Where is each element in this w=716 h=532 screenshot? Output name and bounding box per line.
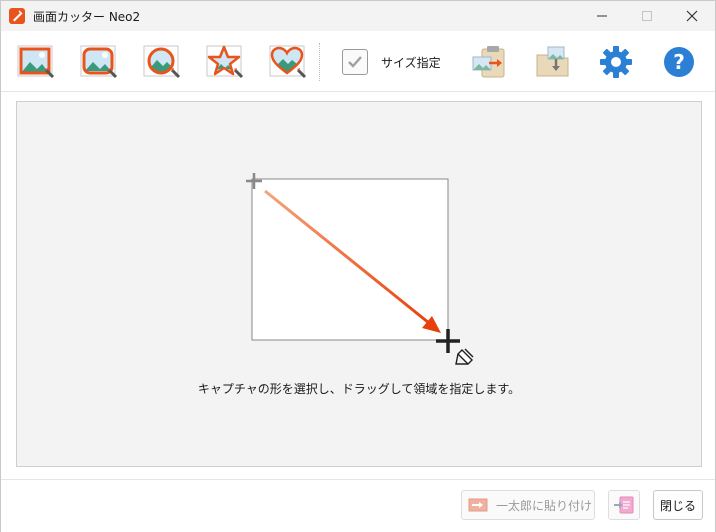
drag-demo-illustration (246, 173, 474, 365)
tool-ellipse-capture[interactable] (142, 43, 182, 81)
paste-to-ichitaro-button[interactable]: 一太郎に貼り付け (461, 490, 595, 520)
rounded-rectangle-capture-icon (80, 45, 118, 79)
minimize-icon (597, 15, 607, 17)
tool-star-capture[interactable] (205, 43, 245, 81)
help-icon: ? (664, 47, 694, 77)
bottom-bar: 一太郎に貼り付け 閉じる (1, 479, 715, 532)
clipboard-paste-icon (472, 46, 505, 78)
checkmark-icon (348, 56, 362, 68)
toolbar-separator (319, 43, 321, 81)
size-checkbox[interactable] (342, 49, 368, 75)
heart-capture-icon (269, 45, 307, 79)
ellipse-capture-icon (143, 45, 181, 79)
gear-icon (600, 46, 632, 78)
close-window-button[interactable] (669, 1, 715, 31)
paste-to-ichitaro-label: 一太郎に貼り付け (496, 498, 593, 513)
star-capture-icon (206, 45, 244, 79)
app-window: 画面カッター Neo2 サイズ指定 ? キャプチャの形を選択し、ドラッグして領域… (0, 0, 716, 532)
instruction-text: キャプチャの形を選択し、ドラッグして領域を指定します。 (197, 382, 521, 396)
paste-clipboard-button[interactable] (469, 43, 509, 81)
toolbar: サイズ指定 ? (1, 31, 715, 92)
close-icon (686, 10, 698, 22)
window-title: 画面カッター Neo2 (33, 10, 141, 24)
app-logo-icon (9, 8, 25, 24)
pen-cursor-icon (455, 348, 474, 365)
tool-rectangle-capture[interactable] (16, 43, 56, 81)
save-folder-button[interactable] (534, 43, 574, 81)
tool-rounded-rectangle-capture[interactable] (79, 43, 119, 81)
close-button[interactable]: 閉じる (653, 490, 703, 520)
tool-heart-capture[interactable] (268, 43, 308, 81)
size-label: サイズ指定 (381, 56, 441, 70)
rectangle-capture-icon (17, 45, 55, 79)
title-bar: 画面カッター Neo2 (1, 1, 715, 31)
capture-instruction-area: キャプチャの形を選択し、ドラッグして領域を指定します。 (16, 101, 702, 467)
app-paste-icon (614, 496, 634, 514)
folder-save-icon (536, 46, 569, 77)
maximize-button[interactable] (624, 1, 670, 31)
help-button[interactable]: ? (659, 43, 699, 81)
help-glyph: ? (673, 50, 685, 74)
paste-to-app-button[interactable] (608, 490, 640, 520)
maximize-icon (642, 11, 652, 21)
minimize-button[interactable] (579, 1, 625, 31)
ichitaro-paste-icon (468, 498, 488, 512)
settings-button[interactable] (596, 43, 636, 81)
